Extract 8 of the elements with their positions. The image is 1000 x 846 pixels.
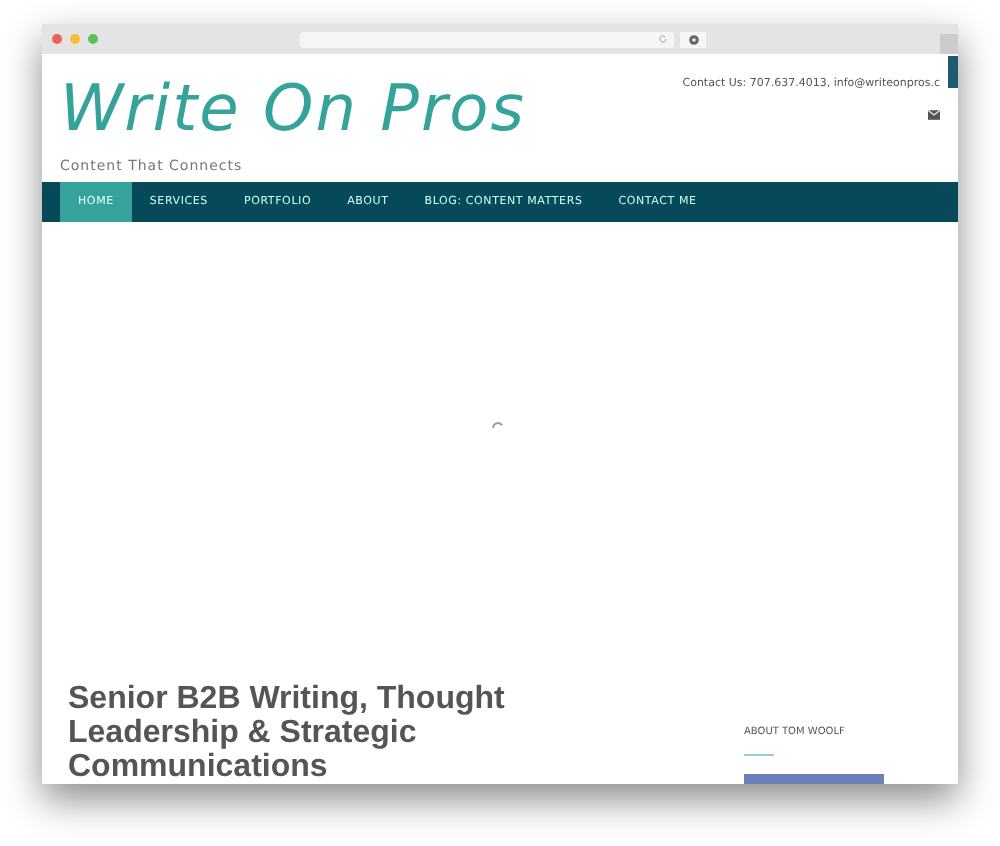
maximize-dot-icon[interactable] [88,34,98,44]
close-dot-icon[interactable] [52,34,62,44]
settings-icon [687,33,699,45]
reload-icon[interactable] [658,34,668,44]
settings-button[interactable] [680,31,706,47]
page-heading: Senior B2B Writing, Thought Leadership & Strategic Communications [68,682,507,784]
mail-icon[interactable] [928,110,940,120]
minimize-dot-icon[interactable] [70,34,80,44]
